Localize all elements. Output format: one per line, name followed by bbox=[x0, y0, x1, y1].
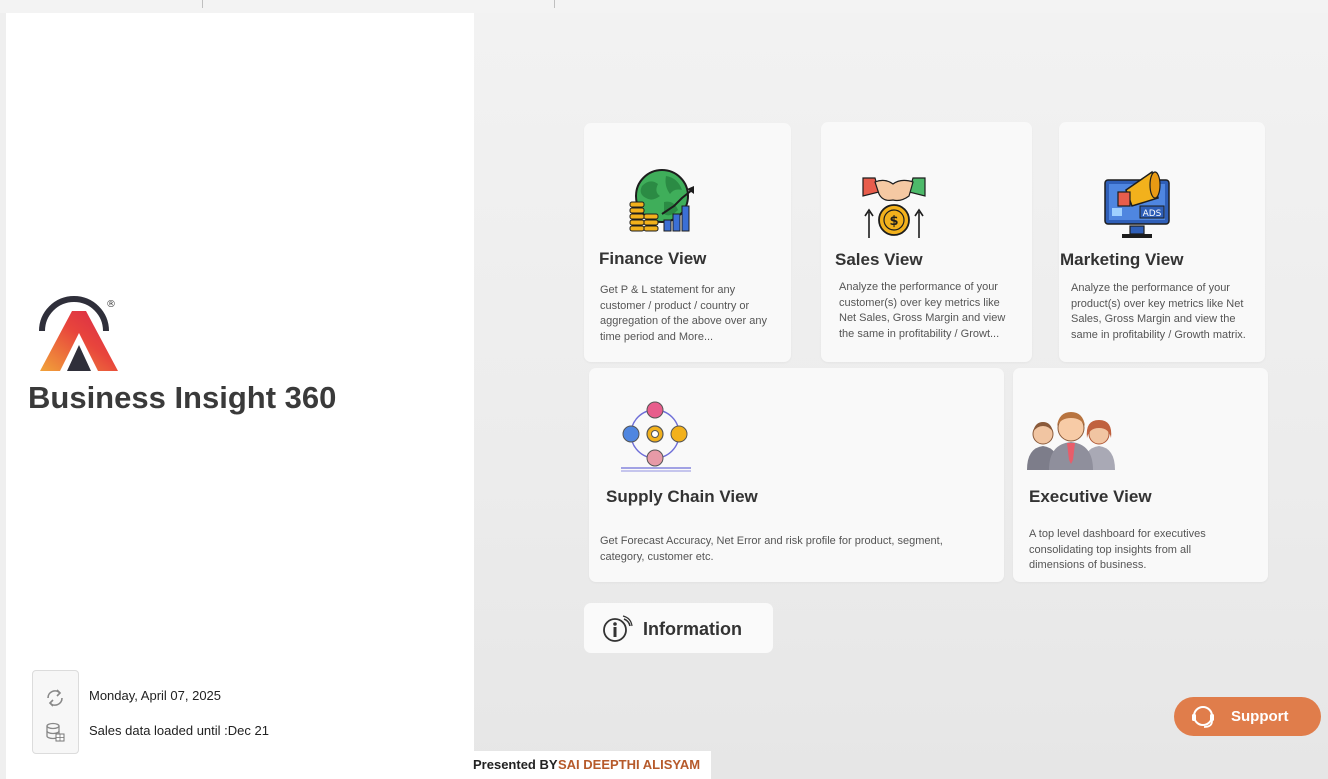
presented-by-label: Presented BY bbox=[473, 757, 558, 772]
support-headset-icon bbox=[1192, 706, 1214, 728]
atliq-logo: ® bbox=[39, 296, 118, 371]
top-bar bbox=[0, 0, 1328, 13]
card-title: Finance View bbox=[599, 249, 707, 268]
card-title: Sales View bbox=[835, 250, 923, 269]
presented-by-footer: Presented BY SAI DEEPTHI ALISYAM bbox=[467, 751, 711, 779]
refresh-icon[interactable] bbox=[44, 687, 66, 709]
card-description: A top level dashboard for executives con… bbox=[1029, 528, 1206, 571]
status-box bbox=[32, 670, 79, 754]
database-icon bbox=[46, 722, 65, 742]
globe-finance-icon bbox=[629, 169, 694, 232]
tab-divider bbox=[554, 0, 555, 8]
supply-chain-icon bbox=[621, 401, 691, 472]
card-title: Marketing View bbox=[1060, 250, 1184, 269]
handshake-dollar-icon: $ bbox=[862, 177, 926, 238]
megaphone-monitor-icon: ADS bbox=[1104, 170, 1170, 238]
card-description: Analyze the performance of your product(… bbox=[1071, 282, 1246, 341]
supply-chain-view-card[interactable]: Supply Chain View Get Forecast Accuracy,… bbox=[589, 368, 1004, 582]
support-button[interactable]: Support bbox=[1174, 697, 1321, 736]
information-button[interactable]: Information bbox=[584, 603, 773, 653]
svg-text:®: ® bbox=[106, 299, 116, 310]
svg-text:ADS: ADS bbox=[1143, 209, 1162, 219]
card-description: Analyze the performance of your customer… bbox=[839, 281, 1006, 340]
svg-text:$: $ bbox=[889, 214, 898, 229]
executives-icon bbox=[1027, 412, 1115, 470]
card-title: Executive View bbox=[1029, 487, 1152, 506]
current-date: Monday, April 07, 2025 bbox=[89, 688, 222, 703]
card-title: Supply Chain View bbox=[606, 487, 758, 506]
page-title: Business Insight 360 bbox=[28, 380, 337, 415]
sales-view-card[interactable]: $ Sales View Analyze the performance of … bbox=[821, 122, 1032, 362]
support-label: Support bbox=[1231, 708, 1289, 725]
presenter-name: SAI DEEPTHI ALISYAM bbox=[558, 757, 701, 772]
tab-divider bbox=[202, 0, 203, 8]
data-loaded-status: Sales data loaded until :Dec 21 bbox=[89, 723, 269, 738]
executive-view-card[interactable]: Executive View A top level dashboard for… bbox=[1013, 368, 1268, 582]
card-description: Get P & L statement for any customer / p… bbox=[600, 284, 767, 343]
information-label: Information bbox=[643, 619, 742, 639]
finance-view-card[interactable]: Finance View Get P & L statement for any… bbox=[584, 123, 791, 362]
marketing-view-card[interactable]: ADS Marketing View Analyze the performan… bbox=[1059, 122, 1265, 362]
card-description: Get Forecast Accuracy, Net Error and ris… bbox=[600, 535, 943, 563]
info-icon bbox=[603, 615, 633, 642]
